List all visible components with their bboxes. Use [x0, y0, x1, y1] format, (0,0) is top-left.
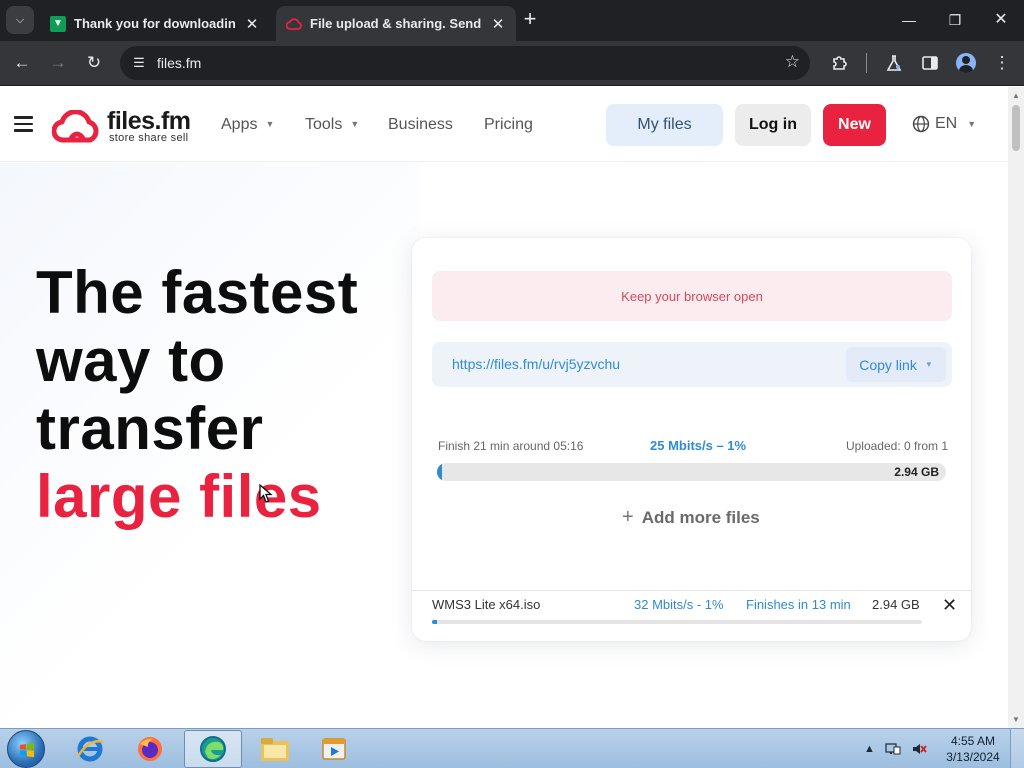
mouse-cursor-icon — [259, 484, 273, 503]
volume-muted-icon[interactable] — [911, 741, 927, 757]
site-settings-icon[interactable]: ☰ — [130, 54, 148, 72]
nav-tools[interactable]: Tools ▼ — [305, 116, 359, 134]
hero-line: The fastest — [36, 259, 359, 326]
page-scrollbar[interactable]: ▲ ▼ — [1008, 87, 1024, 728]
total-size: 2.94 GB — [894, 465, 939, 479]
tab-download[interactable]: ▼ Thank you for downloading M ✕ — [40, 6, 270, 41]
language-label: EN — [935, 115, 958, 132]
chevron-down-icon: ▼ — [350, 119, 360, 129]
system-tray: ▲ — [864, 735, 927, 763]
download-site-favicon-icon: ▼ — [50, 15, 66, 32]
file-name: WMS3 Lite x64.iso — [432, 597, 541, 612]
chevron-down-icon: ▼ — [265, 119, 275, 129]
extensions-puzzle-icon[interactable] — [826, 49, 854, 77]
share-link-box: https://files.fm/u/rvj5yzvchu Copy link … — [432, 342, 952, 387]
nav-apps[interactable]: Apps ▼ — [221, 116, 274, 134]
forward-arrow-icon[interactable]: → — [44, 49, 72, 77]
file-speed: 32 Mbits/s - 1% — [634, 597, 724, 612]
clock[interactable]: 4:55 AM 3/13/2024 — [944, 733, 1002, 765]
hero-heading: The fastest way to transfer large files — [36, 259, 358, 531]
file-size: 2.94 GB — [872, 597, 920, 612]
scroll-up-icon[interactable]: ▲ — [1012, 91, 1020, 100]
hero-line: transfer — [36, 395, 264, 462]
hero-line: way to — [36, 327, 226, 394]
uploaded-count: Uploaded: 0 from 1 — [845, 439, 948, 453]
browser-toolbar: ← → ↻ ☰ files.fm ☆ ⋮ — [0, 41, 1024, 86]
restore-icon[interactable]: ❐ — [940, 8, 970, 32]
cloud-logo-icon — [52, 110, 99, 143]
file-eta: Finishes in 13 min — [746, 597, 851, 612]
back-arrow-icon[interactable]: ← — [8, 49, 36, 77]
scroll-down-icon[interactable]: ▼ — [1012, 715, 1020, 724]
windows-logo-icon — [20, 742, 34, 758]
file-row: WMS3 Lite x64.iso 32 Mbits/s - 1% Finish… — [412, 590, 971, 641]
browser-tab-bar: ⌵ ▼ Thank you for downloading M ✕ File u… — [0, 0, 1024, 41]
add-more-files-button[interactable]: + Add more files — [622, 506, 760, 529]
globe-icon — [912, 115, 930, 133]
chevron-down-icon: ▼ — [967, 119, 977, 129]
minimize-icon[interactable]: — — [894, 8, 924, 32]
internet-explorer-icon[interactable] — [61, 730, 119, 768]
media-player-icon[interactable] — [305, 730, 363, 768]
file-explorer-icon[interactable] — [246, 730, 304, 768]
windows-taskbar: ▲ 4:55 AM 3/13/2024 — [0, 728, 1024, 768]
file-progress-bar — [432, 620, 922, 624]
plus-icon: + — [622, 506, 634, 528]
show-hidden-icons-icon[interactable]: ▲ — [864, 743, 875, 755]
tab-close-icon[interactable]: ✕ — [490, 15, 506, 33]
firefox-icon[interactable] — [121, 730, 179, 768]
tab-filesfm[interactable]: File upload & sharing. Send la ✕ — [276, 6, 516, 41]
remove-file-icon[interactable]: ✕ — [942, 595, 957, 616]
new-button[interactable]: New — [823, 104, 886, 146]
clock-time: 4:55 AM — [950, 734, 996, 748]
browser-menu-icon[interactable]: ⋮ — [988, 49, 1016, 77]
logo-tagline: store share sell — [109, 132, 189, 144]
url-text: files.fm — [157, 55, 202, 71]
tab-title: File upload & sharing. Send la — [310, 16, 482, 31]
tab-title: Thank you for downloading M — [74, 16, 236, 31]
file-progress-fill — [432, 620, 437, 624]
progress-fill — [437, 463, 443, 481]
show-desktop-button[interactable] — [1010, 729, 1024, 768]
clock-date: 3/13/2024 — [946, 750, 1000, 764]
my-files-button[interactable]: My files — [606, 104, 723, 146]
site-header: files.fm store share sell Apps ▼ Tools ▼ B… — [0, 87, 1008, 162]
network-icon[interactable] — [885, 741, 901, 757]
hero-line-highlight: large files — [36, 463, 322, 530]
bookmark-star-icon[interactable]: ☆ — [785, 52, 800, 72]
chevron-down-icon: ▼ — [924, 360, 933, 369]
new-tab-icon[interactable]: + — [518, 8, 542, 32]
labs-flask-icon[interactable] — [880, 49, 908, 77]
filesfm-favicon-icon — [286, 16, 302, 32]
scrollbar-thumb[interactable] — [1012, 105, 1020, 151]
login-button[interactable]: Log in — [735, 104, 811, 146]
hamburger-menu-icon[interactable] — [14, 116, 33, 132]
language-selector[interactable]: EN ▼ — [912, 115, 976, 133]
share-link[interactable]: https://files.fm/u/rvj5yzvchu — [452, 356, 620, 372]
edge-browser-icon[interactable] — [184, 730, 242, 768]
web-page: files.fm store share sell Apps ▼ Tools ▼ B… — [0, 87, 1008, 728]
profile-avatar-icon[interactable] — [952, 49, 980, 77]
upload-speed: 25 Mbits/s – 1% — [650, 438, 747, 453]
address-bar[interactable]: ☰ files.fm ☆ — [120, 46, 810, 80]
copy-link-button[interactable]: Copy link ▼ — [846, 347, 946, 382]
toolbar-divider — [866, 53, 867, 73]
upload-card: Keep your browser open https://files.fm/… — [412, 238, 971, 641]
tab-search-button[interactable]: ⌵ — [6, 6, 34, 34]
reload-icon[interactable]: ↻ — [80, 49, 108, 77]
nav-pricing[interactable]: Pricing — [484, 116, 533, 134]
start-button[interactable] — [7, 730, 45, 768]
finish-time: Finish 21 min around 05:16 — [438, 439, 584, 453]
nav-business[interactable]: Business — [388, 116, 453, 134]
total-progress-bar: 2.94 GB — [437, 463, 946, 481]
keep-browser-open-notice: Keep your browser open — [432, 271, 952, 321]
window-close-icon[interactable]: ✕ — [986, 8, 1016, 32]
tab-close-icon[interactable]: ✕ — [244, 15, 260, 33]
side-panel-icon[interactable] — [916, 49, 944, 77]
